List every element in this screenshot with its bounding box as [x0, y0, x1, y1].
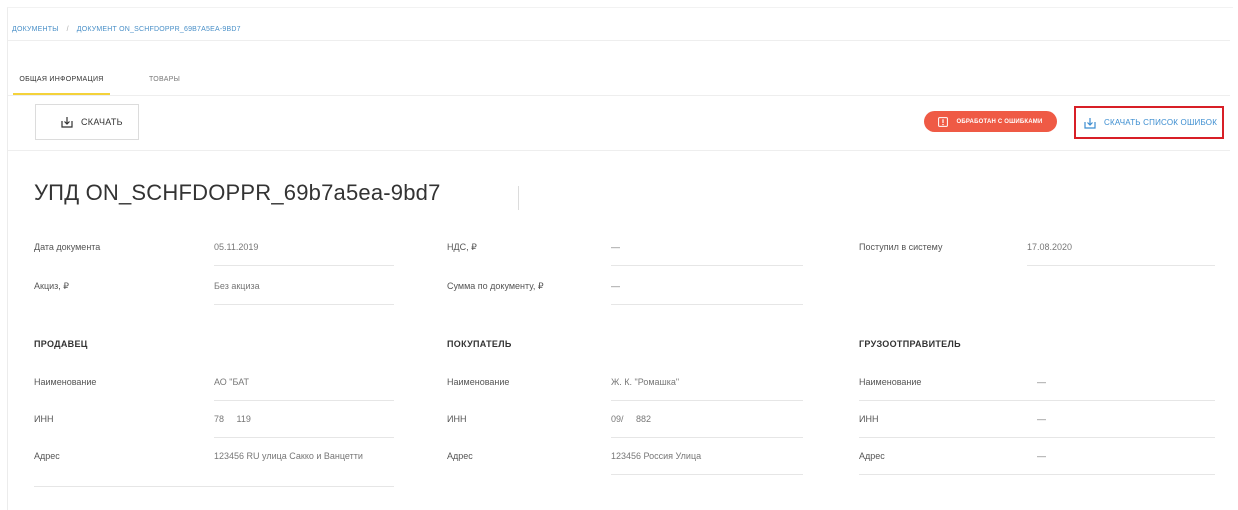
buyer-section-title: ПОКУПАТЕЛЬ [447, 339, 512, 349]
seller-inn-row: ИНН 78 119 [34, 408, 394, 438]
seller-address-row: Адрес 123456 RU улица Сакко и Ванцетти [34, 445, 394, 475]
row-divider [859, 437, 1215, 438]
status-badge-label: ОБРАБОТАН С ОШИБКАМИ [956, 118, 1043, 125]
breadcrumb-current-document[interactable]: ДОКУМЕНТ ON_SCHFDOPPR_69b7a5ea-9bd7 [77, 26, 241, 33]
status-badge: ОБРАБОТАН С ОШИБКАМИ [924, 111, 1057, 132]
tabs-divider [8, 95, 1230, 96]
buyer-inn-value: 09/ 882 [611, 414, 652, 424]
received-label: Поступил в систему [859, 242, 943, 252]
shipper-inn-row: ИНН — [859, 408, 1215, 438]
vat-value: — [611, 242, 620, 252]
row-divider [611, 304, 803, 305]
row-divider [214, 304, 394, 305]
buyer-name-value: Ж. К. "Ромашка" [611, 377, 680, 387]
shipper-address-value: — [1037, 451, 1046, 461]
info-row-vat: НДС, ₽ — [447, 236, 803, 266]
sum-label: Сумма по документу, ₽ [447, 281, 544, 291]
excise-label: Акциз, ₽ [34, 281, 69, 291]
shipper-name-label: Наименование [859, 377, 922, 387]
sum-value: — [611, 281, 620, 291]
row-divider [611, 474, 803, 475]
buyer-address-value: 123456 Россия Улица [611, 451, 702, 461]
seller-name-value: АО "БАТ [214, 377, 250, 387]
vat-label: НДС, ₽ [447, 242, 477, 252]
breadcrumb-documents-link[interactable]: ДОКУМЕНТЫ [12, 26, 59, 33]
row-divider [1027, 265, 1215, 266]
seller-name-row: Наименование АО "БАТ [34, 371, 394, 401]
buyer-inn-label: ИНН [447, 414, 467, 424]
row-divider [611, 265, 803, 266]
seller-inn-value: 78 119 [214, 414, 251, 424]
seller-address-label: Адрес [34, 451, 60, 461]
shipper-section-title: ГРУЗООТПРАВИТЕЛЬ [859, 339, 961, 349]
row-divider [611, 400, 803, 401]
info-row-received: Поступил в систему 17.08.2020 [859, 236, 1215, 266]
tab-general-info[interactable]: ОБЩАЯ ИНФОРМАЦИЯ [13, 68, 110, 96]
info-row-excise: Акциз, ₽ Без акциза [34, 275, 394, 305]
seller-address-value: 123456 RU улица Сакко и Ванцетти [214, 451, 363, 461]
row-divider [214, 400, 394, 401]
row-divider [611, 437, 803, 438]
doc-date-value: 05.11.2019 [214, 242, 259, 252]
shipper-name-row: Наименование — [859, 371, 1215, 401]
row-divider [214, 265, 394, 266]
buyer-address-label: Адрес [447, 451, 473, 461]
breadcrumb-divider [8, 40, 1230, 41]
seller-inn-label: ИНН [34, 414, 54, 424]
shipper-address-label: Адрес [859, 451, 885, 461]
excise-value: Без акциза [214, 281, 260, 291]
row-divider [214, 437, 394, 438]
download-icon [1084, 117, 1096, 129]
row-divider [859, 400, 1215, 401]
info-row-doc-date: Дата документа 05.11.2019 [34, 236, 394, 266]
breadcrumb-separator: / [66, 26, 69, 33]
buyer-name-label: Наименование [447, 377, 510, 387]
info-row-sum: Сумма по документу, ₽ — [447, 275, 803, 305]
page-title: УПД ON_SCHFDOPPR_69b7a5ea-9bd7 [34, 180, 441, 205]
doc-date-label: Дата документа [34, 242, 101, 252]
seller-section-title: ПРОДАВЕЦ [34, 339, 88, 349]
shipper-inn-label: ИНН [859, 414, 879, 424]
alert-icon [938, 116, 949, 127]
tab-goods[interactable]: ТОВАРЫ [149, 68, 180, 96]
download-button-label: СКАЧАТЬ [81, 117, 123, 127]
shipper-name-value: — [1037, 377, 1046, 387]
row-divider [34, 486, 394, 487]
shipper-inn-value: — [1037, 414, 1046, 424]
toolbar-divider [8, 150, 1230, 151]
download-errors-label: СКАЧАТЬ СПИСОК ОШИБОК [1104, 118, 1218, 127]
buyer-address-row: Адрес 123456 Россия Улица [447, 445, 803, 475]
received-value: 17.08.2020 [1027, 242, 1073, 252]
title-cursor [518, 186, 519, 210]
download-button[interactable]: СКАЧАТЬ [35, 104, 139, 140]
seller-name-label: Наименование [34, 377, 97, 387]
row-divider [859, 474, 1215, 475]
shipper-address-row: Адрес — [859, 445, 1215, 475]
breadcrumb: ДОКУМЕНТЫ / ДОКУМЕНТ ON_SCHFDOPPR_69b7a5ea… [12, 26, 241, 33]
buyer-name-row: Наименование Ж. К. "Ромашка" [447, 371, 803, 401]
buyer-inn-row: ИНН 09/ 882 [447, 408, 803, 438]
download-icon [61, 117, 73, 128]
download-errors-button[interactable]: СКАЧАТЬ СПИСОК ОШИБОК [1074, 106, 1224, 139]
